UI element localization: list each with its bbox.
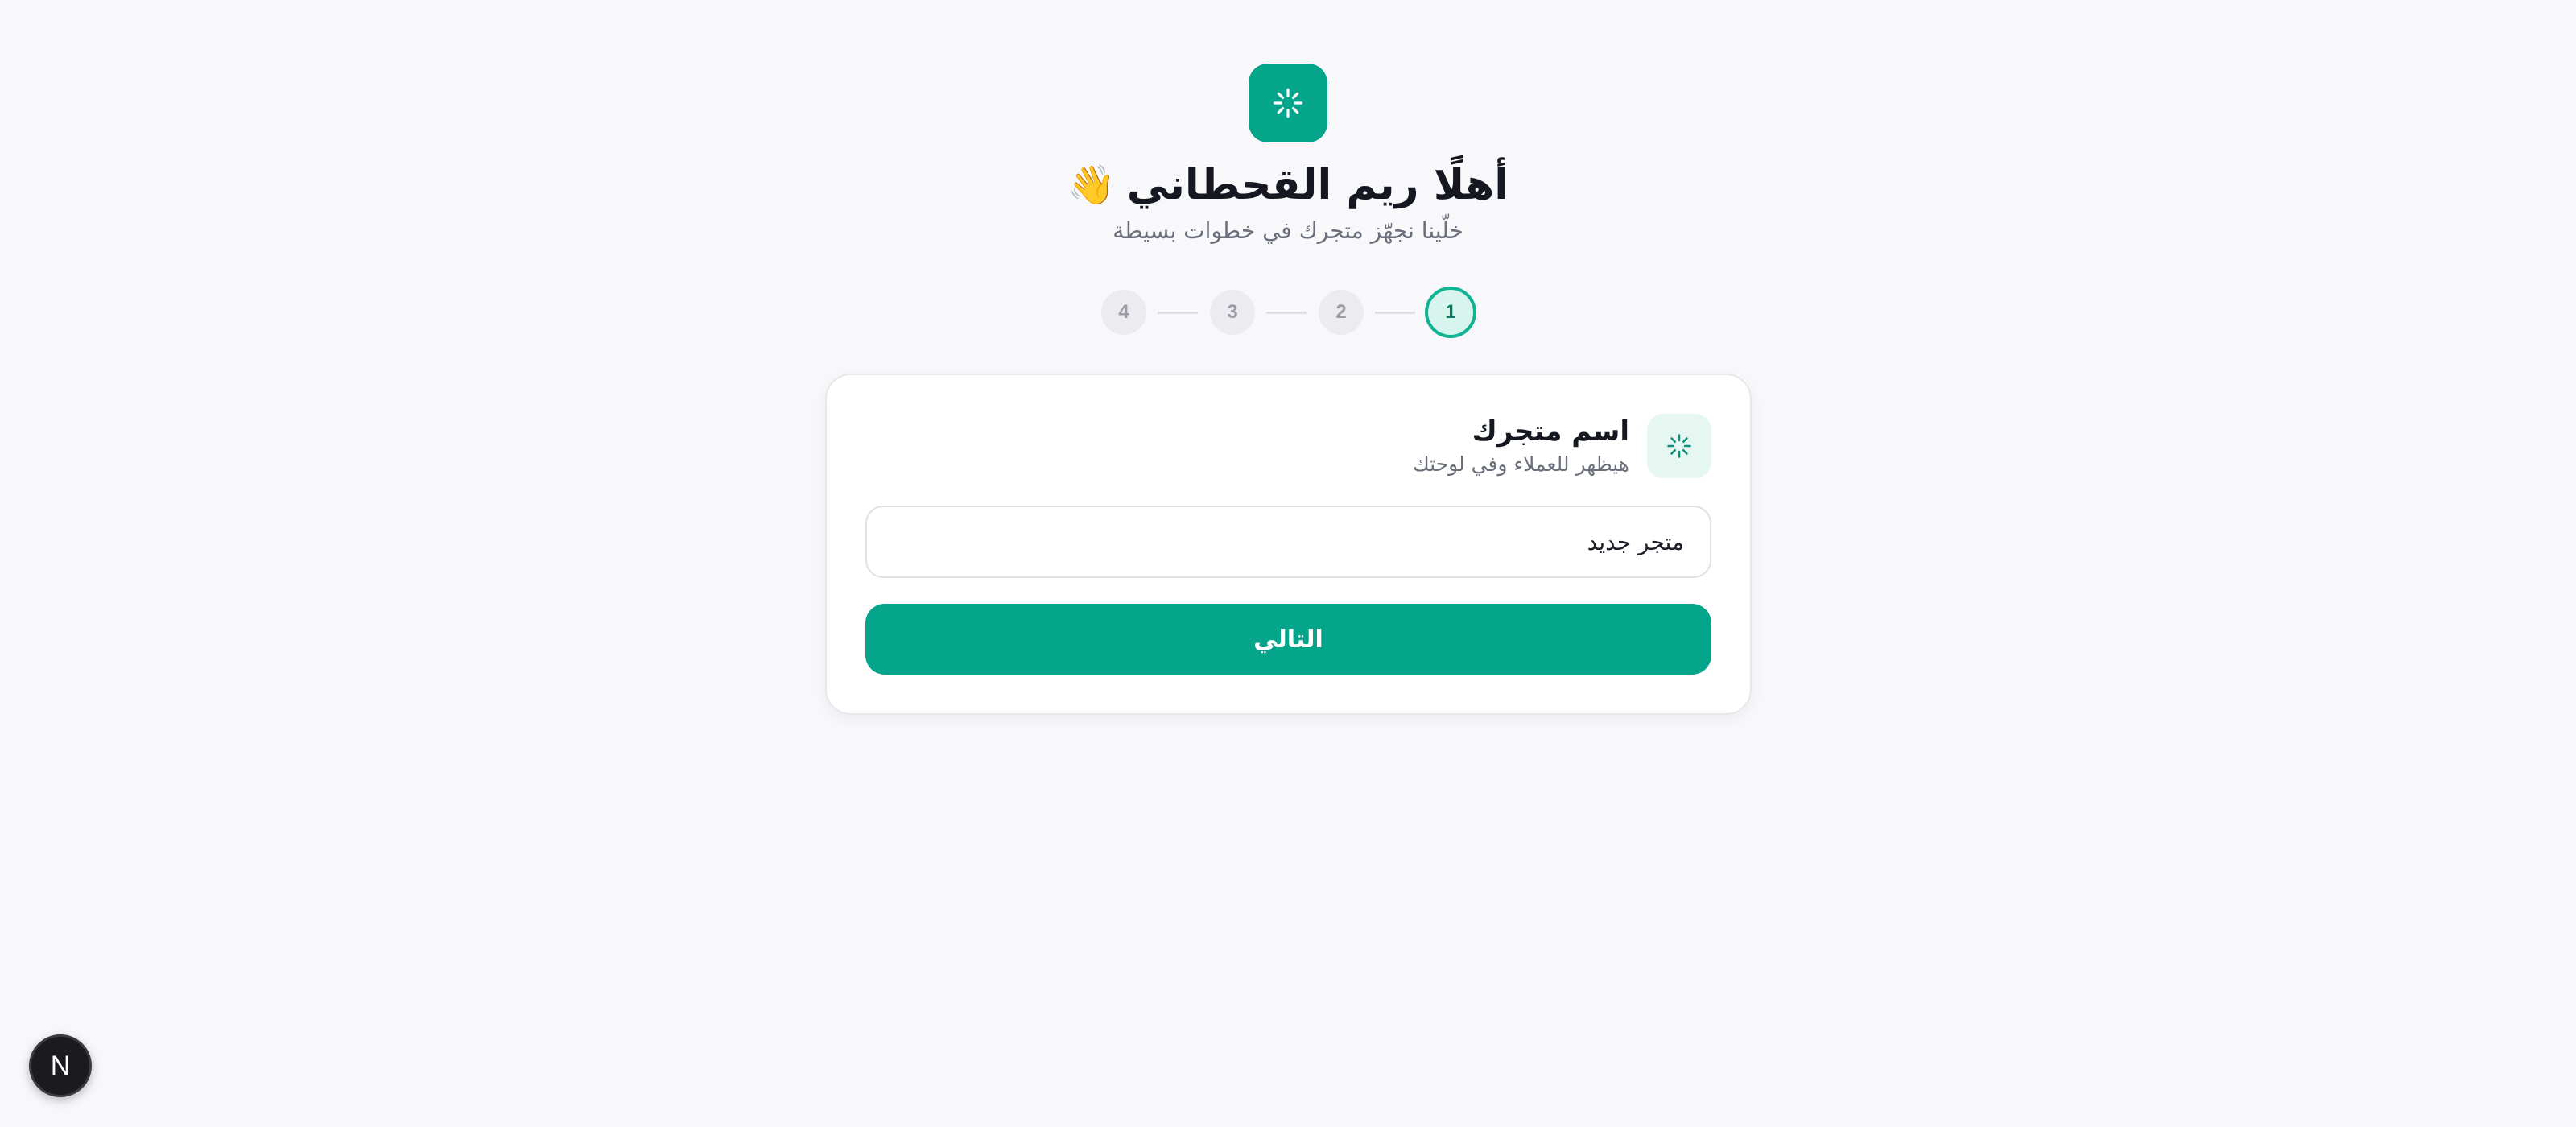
greeting-text: أهلًا ريم القحطاني [1126,161,1509,209]
loader-sparkle-icon [1667,434,1691,458]
step-2: 2 [1319,290,1364,335]
page-title: أهلًا ريم القحطاني 👋 [1046,155,1530,216]
loader-sparkle-icon [1273,88,1303,118]
onboarding-page: أهلًا ريم القحطاني 👋 خلّينا نجهّز متجرك … [0,0,2576,1127]
step-connector [1158,312,1198,314]
step-connector [1266,312,1307,314]
card-description: هيظهر للعملاء وفي لوحتك [1413,452,1629,476]
app-logo [1249,64,1327,142]
nextjs-logo-icon: N [50,1050,71,1081]
step-connector [1375,312,1415,314]
page-subtitle: خلّينا نجهّز متجرك في خطوات بسيطة [1113,217,1463,244]
card-icon-box [1647,414,1711,478]
card-title: اسم متجرك [1472,415,1629,448]
nextjs-dev-badge[interactable]: N [29,1034,92,1097]
progress-stepper: 4 3 2 1 [1100,286,1478,339]
step-4: 4 [1101,290,1146,335]
next-button[interactable]: التالي [865,604,1711,675]
store-name-card: اسم متجرك هيظهر للعملاء وفي لوحتك التالي [825,374,1752,715]
step-1-active: 1 [1425,287,1476,338]
store-name-input[interactable] [865,506,1711,578]
step-3: 3 [1210,290,1255,335]
waving-hand-icon: 👋 [1067,163,1116,208]
